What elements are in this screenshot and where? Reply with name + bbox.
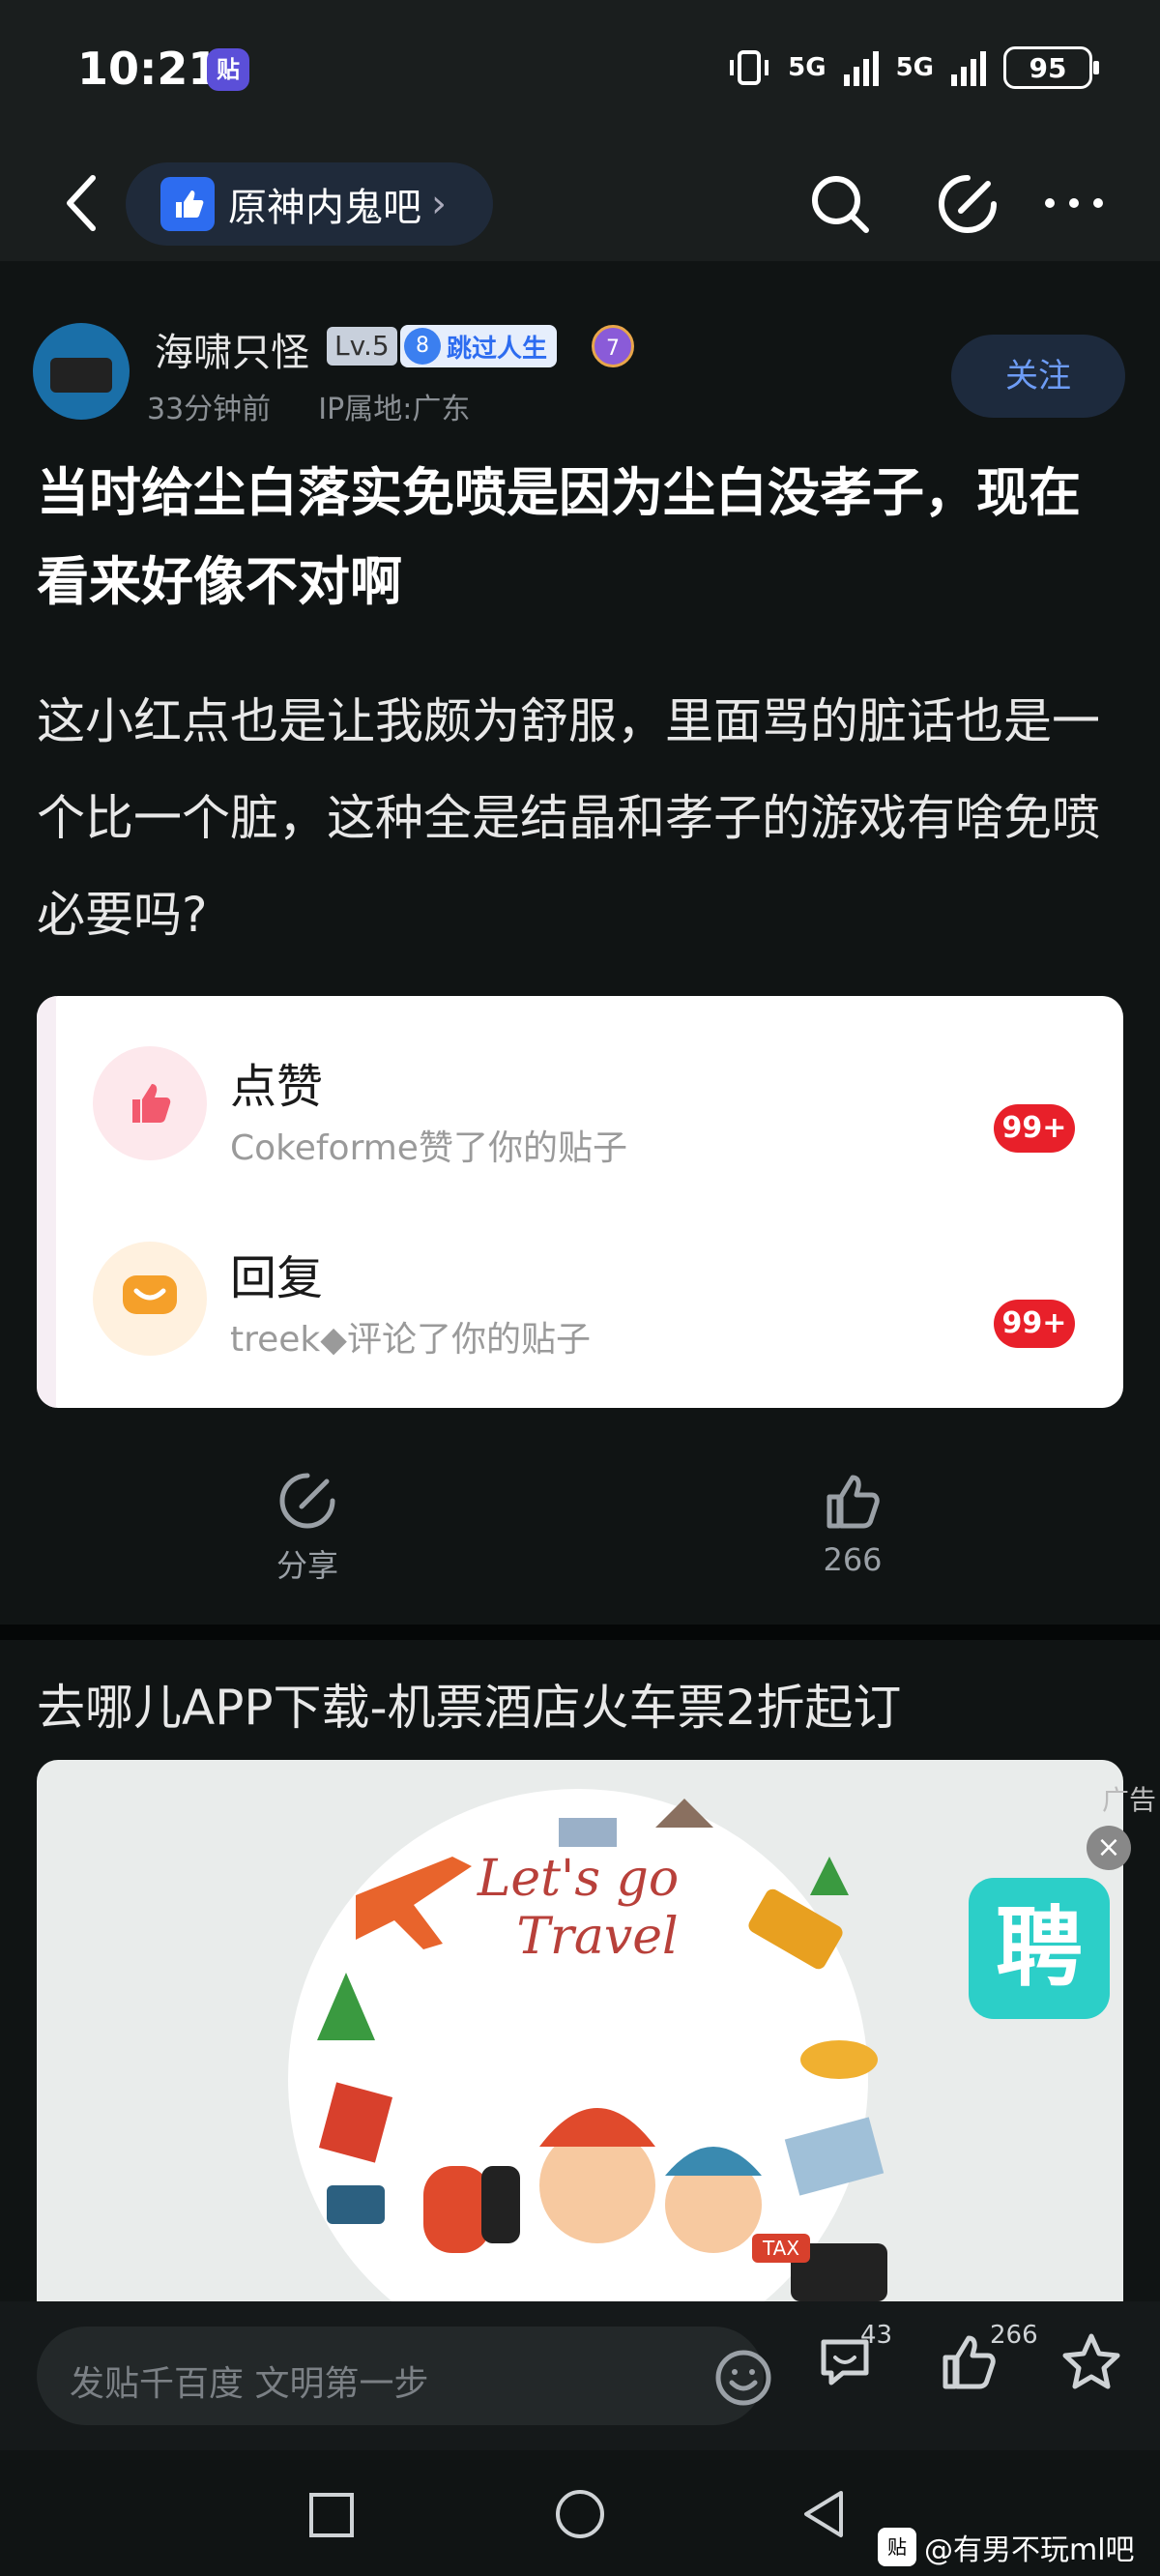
comment-count: 43 <box>860 2321 893 2350</box>
forum-avatar-icon <box>160 177 215 231</box>
emoji-icon <box>715 2350 771 2406</box>
fan-badge: 8 跳过人生 <box>400 325 558 367</box>
ad-title[interactable]: 去哪儿APP下载-机票酒店火车票2折起订 <box>37 1669 901 1739</box>
like-count: 266 <box>823 1541 883 1578</box>
top-nav: 原神内鬼吧 › <box>0 145 1160 261</box>
post-actions: 分享 266 <box>0 1450 1160 1625</box>
share-button[interactable]: 分享 <box>240 1470 375 1586</box>
forum-name: 原神内鬼吧 <box>228 186 421 230</box>
watermark-badge: 贴 <box>878 2528 916 2566</box>
post-time: 33分钟前 <box>147 393 272 426</box>
post-ip: IP属地:广东 <box>318 393 471 426</box>
fan-level: 8 <box>404 328 441 365</box>
post-body: 这小红点也是让我颇为舒服，里面骂的脏话也是一个比一个脏，这种全是结晶和孝子的游戏… <box>37 693 1100 943</box>
ad-image-tax-text: TAX <box>762 2237 799 2260</box>
ad-image-text-2: Travel <box>516 1908 678 1966</box>
ad-image[interactable]: Let's go Travel TAX <box>37 1760 1123 2301</box>
fan-badge-name: 跳过人生 <box>447 334 548 364</box>
notif-count-badge: 99+ <box>994 1104 1075 1153</box>
status-time: 10:21 <box>77 43 219 95</box>
notif-title: 点赞 <box>230 1060 324 1114</box>
network-label-2: 5G <box>895 53 934 82</box>
chevron-right-icon: › <box>431 182 447 226</box>
notif-item-reply: 回复 treek◆评论了你的贴子 99+ <box>37 1211 1123 1404</box>
notif-count-badge: 99+ <box>994 1300 1075 1348</box>
floating-hire-button[interactable]: 聘 <box>969 1878 1110 2019</box>
more-button[interactable] <box>1040 174 1108 236</box>
emoji-button[interactable] <box>713 2348 773 2412</box>
signal-bars-1-icon <box>843 49 879 86</box>
compose-button[interactable] <box>934 170 1001 242</box>
comment-placeholder: 发贴千百度 文明第一步 <box>70 2364 429 2404</box>
like-button[interactable]: 266 <box>785 1470 920 1578</box>
network-label-1: 5G <box>788 53 826 82</box>
compose-icon <box>939 175 997 233</box>
author-row: 海啸只怪 Lv.5 8 跳过人生 7 33分钟前 IP属地:广东 关注 <box>0 300 1160 435</box>
search-icon <box>812 176 869 233</box>
notif-desc: Cokeforme赞了你的贴子 <box>230 1128 627 1168</box>
notif-desc: treek◆评论了你的贴子 <box>230 1320 591 1360</box>
ad-label: 广告 <box>1102 1784 1157 1816</box>
thumbs-up-icon <box>826 1475 880 1529</box>
watermark: 贴 @有男不玩ml吧 <box>878 2526 1135 2568</box>
favorite-button[interactable] <box>1059 2330 1123 2398</box>
star-icon <box>1062 2333 1120 2389</box>
like-count-bottom: 266 <box>990 2321 1038 2350</box>
forum-link[interactable]: 原神内鬼吧 › <box>126 162 493 246</box>
vibrate-icon <box>730 50 769 85</box>
status-app-icon: 贴 <box>207 48 249 91</box>
system-navigation: 贴 @有男不玩ml吧 <box>0 2450 1160 2576</box>
battery-icon: 95 <box>1003 46 1099 89</box>
back-triangle-icon[interactable] <box>798 2487 851 2541</box>
ad-close-button[interactable]: × <box>1087 1826 1131 1870</box>
chevron-left-icon <box>67 175 96 231</box>
battery-level: 95 <box>1029 51 1067 84</box>
ad-image-text-1: Let's go <box>477 1850 679 1908</box>
author-name[interactable]: 海啸只怪 <box>155 321 309 377</box>
more-dots-icon <box>1045 198 1103 208</box>
recents-icon[interactable] <box>305 2489 358 2541</box>
level-badge: Lv.5 <box>327 327 397 366</box>
signal-bars-2-icon <box>951 49 986 86</box>
watermark-text: @有男不玩ml吧 <box>924 2533 1135 2567</box>
share-icon <box>279 1473 335 1529</box>
notif-item-like: 点赞 Cokeforme赞了你的贴子 99+ <box>37 1015 1123 1209</box>
reply-bubble-icon <box>93 1242 207 1356</box>
medal-badge: 7 <box>592 325 634 367</box>
post-meta: 33分钟前 IP属地:广东 <box>147 385 470 427</box>
notif-title: 回复 <box>230 1251 324 1305</box>
follow-button[interactable]: 关注 <box>951 335 1125 418</box>
comment-input[interactable]: 发贴千百度 文明第一步 <box>37 2327 771 2425</box>
thumbs-up-icon <box>93 1046 207 1160</box>
avatar[interactable] <box>33 323 130 420</box>
bottom-action-bar: 发贴千百度 文明第一步 43 266 <box>0 2301 1160 2450</box>
post-title: 当时给尘白落实免喷是因为尘白没孝子，现在看来好像不对啊 <box>37 462 1081 612</box>
status-indicators: 5G 5G 95 <box>728 46 1099 89</box>
status-bar: 10:21 贴 5G 5G 95 <box>0 0 1160 145</box>
search-button[interactable] <box>806 170 874 242</box>
travel-illustration: Let's go Travel TAX <box>288 1789 887 2301</box>
section-divider <box>0 1625 1160 1640</box>
close-icon: × <box>1096 1830 1121 1864</box>
home-icon[interactable] <box>553 2487 607 2541</box>
back-button[interactable] <box>48 164 116 242</box>
post-image[interactable]: 点赞 Cokeforme赞了你的贴子 99+ 回复 treek◆评论了你的贴子 … <box>37 996 1123 1408</box>
share-label: 分享 <box>276 1547 338 1584</box>
